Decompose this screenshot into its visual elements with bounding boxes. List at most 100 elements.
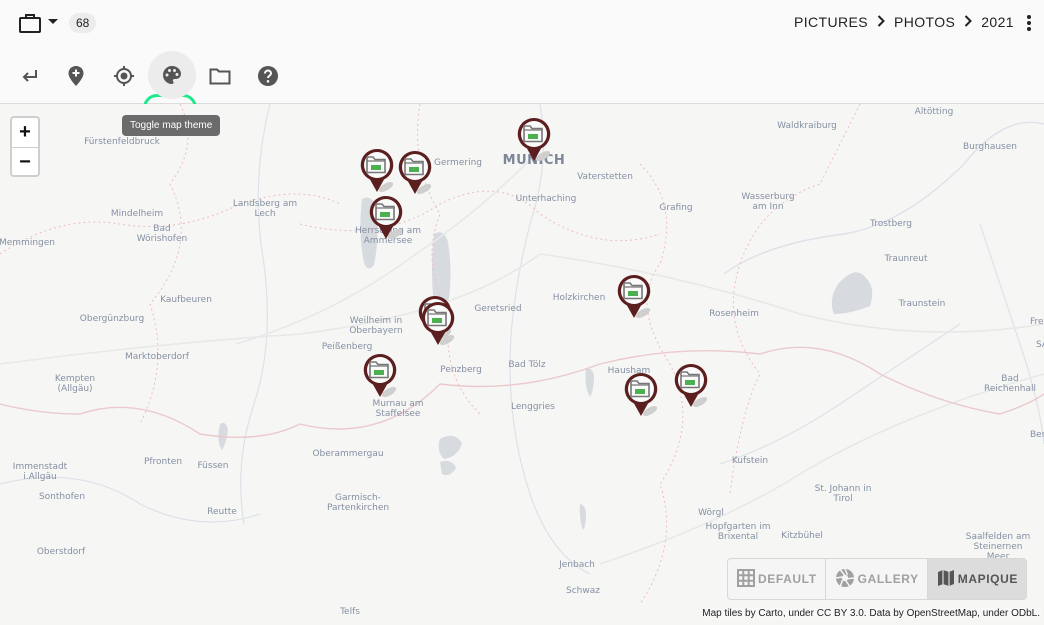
- place-label: Kitzbühel: [781, 531, 823, 541]
- photo-cluster-marker[interactable]: [623, 371, 659, 417]
- place-label: Vaterstetten: [577, 172, 633, 182]
- map-icon: [937, 569, 958, 590]
- place-label: Memmingen: [0, 238, 55, 248]
- place-label: Landsberg am Lech: [232, 199, 298, 219]
- chevron-right-icon: [964, 14, 973, 30]
- top-bar: 68 PICTURES PHOTOS 2021: [0, 0, 1044, 46]
- place-label: Weilheim in Oberbayern: [349, 316, 403, 336]
- place-label: Berch: [1030, 430, 1044, 440]
- place-label: Rosenheim: [709, 309, 759, 319]
- folder-marker-icon: [421, 301, 455, 346]
- district-border: [299, 190, 661, 242]
- briefcase-icon[interactable]: [18, 12, 42, 39]
- place-label: Reutte: [207, 507, 237, 517]
- place-label: Unterhaching: [515, 194, 577, 204]
- breadcrumb-item[interactable]: 2021: [981, 14, 1014, 30]
- place-label: Hopfgarten im Brixental: [705, 522, 771, 542]
- place-label: Wasserburg am Inn: [741, 192, 795, 212]
- place-label: Bad Wörishofen: [136, 224, 188, 244]
- add-location-icon: [67, 65, 85, 87]
- folder-marker-icon: [624, 372, 658, 417]
- place-label: Germering: [434, 158, 482, 168]
- folder-marker-icon: [363, 353, 397, 398]
- photo-cluster-marker[interactable]: [616, 273, 652, 319]
- photo-cluster-marker[interactable]: [368, 194, 404, 240]
- place-label: Obergünzburg: [79, 314, 145, 324]
- river: [979, 223, 1044, 445]
- place-label: Geretsried: [474, 304, 522, 314]
- palette-icon: [162, 65, 182, 85]
- dropdown-caret-icon[interactable]: [48, 19, 58, 24]
- road: [0, 253, 1044, 365]
- my-location-icon: [113, 65, 135, 87]
- place-label: SA: [1036, 340, 1044, 350]
- place-label: Füssen: [197, 461, 229, 471]
- place-label: Traunreut: [884, 254, 928, 264]
- place-label: Freila: [1030, 317, 1044, 327]
- place-label: Traunstein: [898, 299, 946, 309]
- view-gallery-button[interactable]: GALLERY: [826, 559, 928, 599]
- zoom-in-button[interactable]: +: [12, 118, 38, 147]
- photo-cluster-marker[interactable]: [673, 362, 709, 408]
- place-label: Waldkraiburg: [777, 121, 837, 131]
- camera-aperture-icon: [835, 568, 858, 591]
- lake-walchensee: [440, 460, 456, 476]
- add-location-button[interactable]: [52, 52, 100, 100]
- lake-tegernsee: [585, 368, 594, 397]
- lake-chiemsee: [831, 272, 873, 314]
- keyboard-return-icon: [20, 66, 40, 86]
- place-label: Burghausen: [963, 142, 1017, 152]
- back-button[interactable]: [6, 52, 54, 100]
- folder-icon: [209, 67, 231, 85]
- place-label: Peißenberg: [321, 342, 373, 352]
- photo-cluster-marker[interactable]: [420, 300, 456, 346]
- map-attribution[interactable]: Map tiles by Carto, under CC BY 3.0. Dat…: [700, 608, 1042, 619]
- photo-cluster-marker[interactable]: [397, 149, 433, 195]
- zoom-control: + −: [10, 116, 40, 177]
- place-label: Oberammergau: [312, 449, 384, 459]
- photo-cluster-marker[interactable]: [359, 147, 395, 193]
- map[interactable]: FürstenfeldbruckGermeringMUNICHVaterstet…: [0, 104, 1044, 625]
- place-label: Kempten (Allgäu): [54, 374, 96, 394]
- place-label: Telfs: [340, 607, 360, 617]
- folder-marker-icon: [617, 274, 651, 319]
- place-label: Schwaz: [566, 586, 600, 596]
- place-label: Oberstdorf: [36, 547, 86, 557]
- my-location-button[interactable]: [100, 52, 148, 100]
- more-vert-icon[interactable]: [1026, 14, 1032, 32]
- chevron-right-icon: [877, 14, 885, 30]
- place-label: Trostberg: [870, 219, 912, 229]
- folder-button[interactable]: [196, 52, 244, 100]
- place-label: Garmisch- Partenkirchen: [326, 493, 390, 513]
- help-button[interactable]: [244, 52, 292, 100]
- toggle-theme-button[interactable]: [148, 51, 196, 99]
- place-label: Mindelheim: [110, 209, 164, 219]
- tooltip: Toggle map theme: [122, 115, 221, 136]
- place-label: Fürstenfeldbruck: [84, 137, 160, 147]
- place-label: Lenggries: [511, 402, 555, 412]
- grid-icon: [737, 568, 758, 590]
- place-label: Penzberg: [440, 365, 482, 375]
- breadcrumb-item[interactable]: PHOTOS: [894, 14, 955, 30]
- map-toolbar: [0, 46, 1044, 148]
- lake-achensee: [579, 504, 586, 530]
- help-icon: [257, 65, 279, 87]
- breadcrumb: PICTURES PHOTOS 2021: [794, 14, 1014, 30]
- view-default-button[interactable]: DEFAULT: [728, 559, 826, 599]
- zoom-out-button[interactable]: −: [12, 147, 38, 177]
- folder-marker-icon: [517, 117, 551, 162]
- river: [240, 104, 271, 525]
- place-label: Murnau am Staffelsee: [372, 399, 424, 419]
- district-border: [139, 104, 189, 425]
- photo-cluster-marker[interactable]: [516, 116, 552, 162]
- place-label: Sonthofen: [38, 492, 86, 502]
- place-label: Kufstein: [731, 456, 769, 466]
- place-label: Altötting: [914, 107, 954, 117]
- place-label: St. Johann in Tirol: [814, 484, 872, 504]
- folder-marker-icon: [674, 363, 708, 408]
- place-label: Jenbach: [559, 560, 595, 570]
- view-mapique-button[interactable]: MAPIQUE: [927, 559, 1026, 599]
- photo-cluster-marker[interactable]: [362, 352, 398, 398]
- place-label: Holzkirchen: [552, 293, 606, 303]
- breadcrumb-item[interactable]: PICTURES: [794, 14, 868, 30]
